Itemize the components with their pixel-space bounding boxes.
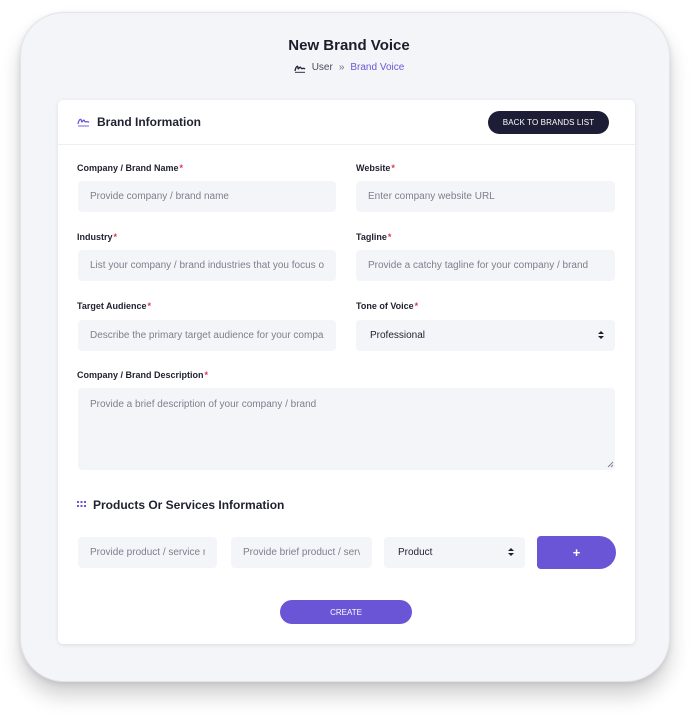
create-button[interactable]: CREATE	[280, 600, 412, 624]
industry-label: Industry*	[77, 232, 118, 242]
back-to-brands-list-button[interactable]: BACK TO BRANDS LIST	[488, 111, 609, 134]
website-input[interactable]	[356, 181, 615, 212]
product-description-input[interactable]	[231, 537, 372, 568]
breadcrumb-current: Brand Voice	[350, 62, 405, 73]
company-name-input[interactable]	[78, 181, 336, 212]
signature-icon	[294, 65, 306, 73]
website-label: Website*	[356, 163, 395, 173]
product-type-select[interactable]: Product	[384, 537, 525, 568]
company-name-label: Company / Brand Name*	[77, 163, 184, 173]
product-name-input[interactable]	[78, 537, 217, 568]
industry-input[interactable]	[78, 250, 336, 281]
card-header: Brand Information BACK TO BRANDS LIST	[58, 100, 635, 145]
select-arrows-icon	[508, 548, 514, 556]
product-type-value: Product	[398, 547, 433, 558]
description-textarea[interactable]	[78, 388, 615, 470]
description-label: Company / Brand Description*	[77, 370, 209, 380]
tagline-label: Tagline*	[356, 232, 392, 242]
breadcrumb: User » Brand Voice	[0, 62, 698, 73]
products-section-title: Products Or Services Information	[93, 498, 285, 512]
tone-of-voice-label: Tone of Voice*	[356, 301, 419, 311]
tone-of-voice-select[interactable]: Professional	[356, 320, 615, 351]
tagline-input[interactable]	[356, 250, 615, 281]
target-audience-label: Target Audience*	[77, 301, 152, 311]
breadcrumb-separator: »	[338, 62, 345, 73]
breadcrumb-root[interactable]: User	[312, 62, 333, 73]
tone-of-voice-value: Professional	[370, 330, 426, 341]
brand-information-title: Brand Information	[97, 115, 201, 129]
target-audience-input[interactable]	[78, 320, 336, 351]
page-title: New Brand Voice	[288, 37, 410, 54]
signature-icon	[77, 118, 90, 127]
add-product-button[interactable]: +	[537, 536, 616, 569]
select-arrows-icon	[598, 331, 604, 339]
resize-grip-icon[interactable]	[607, 461, 614, 468]
grid-icon	[77, 501, 86, 507]
brand-form-card: Brand Information BACK TO BRANDS LIST Co…	[58, 100, 635, 644]
